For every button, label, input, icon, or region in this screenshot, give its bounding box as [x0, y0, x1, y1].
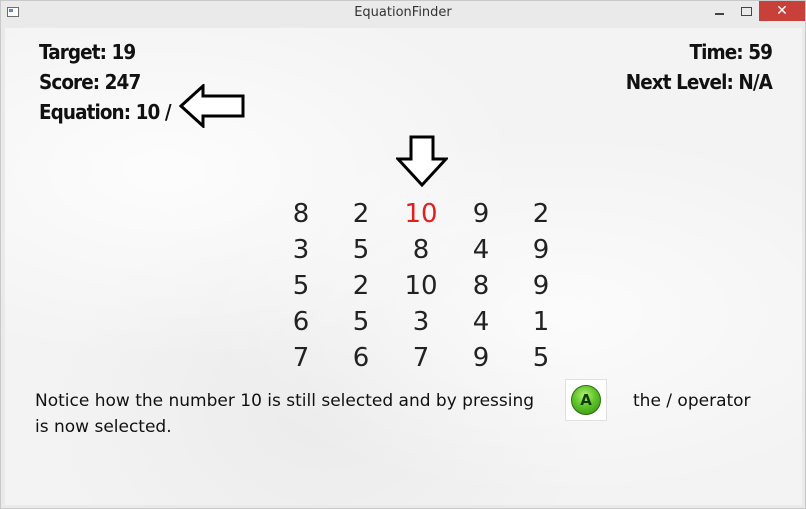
grid-cell[interactable]: 2 — [331, 196, 391, 232]
grid-cell[interactable]: 1 — [511, 304, 571, 340]
title-bar[interactable]: EquationFinder ✕ — [1, 1, 805, 27]
grid-cell[interactable]: 4 — [451, 232, 511, 268]
grid-cell[interactable]: 5 — [271, 268, 331, 304]
grid-cell[interactable]: 2 — [331, 268, 391, 304]
time-label: Time: 59 — [689, 40, 772, 64]
grid-cell-selected[interactable]: 10 — [391, 196, 451, 232]
maximize-icon — [740, 6, 752, 16]
hud-right: Time: 59 Next Level: N/A — [625, 37, 773, 97]
grid-cell[interactable]: 6 — [271, 304, 331, 340]
close-button[interactable]: ✕ — [759, 1, 805, 21]
grid-cell[interactable]: 7 — [391, 340, 451, 376]
grid-cell[interactable]: 5 — [331, 232, 391, 268]
a-button-image: A — [565, 379, 607, 421]
hud-left: Target: 19 Score: 247 Equation: 10 / — [39, 37, 172, 127]
arrow-down-icon — [396, 135, 448, 187]
grid-cell[interactable]: 3 — [271, 232, 331, 268]
target-label: Target: 19 — [39, 40, 136, 64]
grid-cell[interactable]: 5 — [511, 340, 571, 376]
grid-cell[interactable]: 9 — [451, 196, 511, 232]
grid-cell[interactable]: 7 — [271, 340, 331, 376]
score-label: Score: 247 — [39, 70, 141, 94]
number-grid: 8 2 10 9 2 3 5 8 4 9 5 2 10 8 9 6 5 3 4 1 7 6 7 9 5 — [271, 196, 571, 376]
instruction-text-part1: Notice how the number 10 is still select… — [35, 391, 535, 411]
maximize-button[interactable] — [732, 1, 760, 21]
grid-cell[interactable]: 9 — [511, 232, 571, 268]
grid-cell[interactable]: 8 — [271, 196, 331, 232]
next-level-label: Next Level: N/A — [625, 70, 773, 94]
window-title: EquationFinder — [354, 5, 452, 20]
grid-cell[interactable]: 3 — [391, 304, 451, 340]
grid-cell[interactable]: 10 — [391, 268, 451, 304]
grid-cell[interactable]: 5 — [331, 304, 391, 340]
grid-cell[interactable]: 9 — [451, 340, 511, 376]
grid-cell[interactable]: 9 — [511, 268, 571, 304]
minimize-icon — [714, 13, 724, 15]
instruction-text-part2: the / operator — [633, 391, 751, 411]
equation-label: Equation: 10 / — [39, 100, 172, 124]
minimize-button[interactable] — [705, 1, 733, 21]
arrow-left-icon — [179, 84, 245, 128]
grid-cell[interactable]: 8 — [451, 268, 511, 304]
app-window: EquationFinder ✕ Target: 19 Score: 247 E… — [0, 0, 806, 509]
grid-cell[interactable]: 2 — [511, 196, 571, 232]
grid-cell[interactable]: 8 — [391, 232, 451, 268]
game-canvas[interactable]: Target: 19 Score: 247 Equation: 10 / Tim… — [5, 28, 802, 505]
instruction-text-line2: is now selected. — [35, 417, 172, 437]
a-button-icon: A — [571, 385, 601, 415]
grid-cell[interactable]: 6 — [331, 340, 391, 376]
grid-cell[interactable]: 4 — [451, 304, 511, 340]
instructions: Notice how the number 10 is still select… — [35, 379, 775, 440]
